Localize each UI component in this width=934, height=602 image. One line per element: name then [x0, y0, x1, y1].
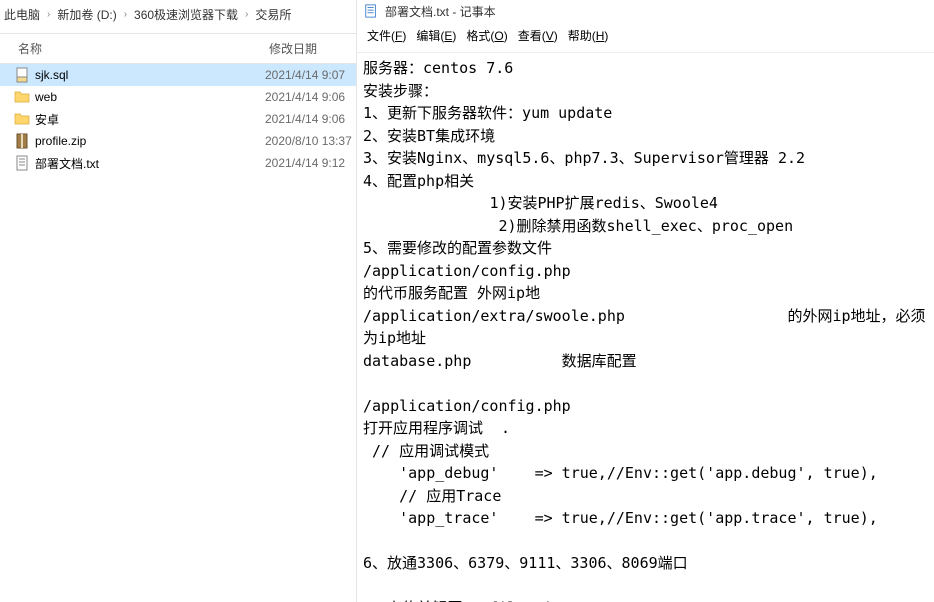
file-name: sjk.sql [32, 68, 265, 82]
file-name: 安卓 [32, 111, 265, 128]
breadcrumb-segment[interactable]: 360极速浏览器下载 [134, 6, 238, 23]
menubar: 文件(F)编辑(E)格式(O)查看(V)帮助(H) [357, 22, 934, 53]
file-name: web [32, 90, 265, 104]
file-date: 2021/4/14 9:06 [265, 90, 356, 104]
menu-h[interactable]: 帮助(H) [564, 25, 613, 46]
breadcrumb-segment[interactable]: 新加卷 (D:) [57, 6, 116, 23]
file-explorer-panel: 此电脑 › 新加卷 (D:) › 360极速浏览器下载 › 交易所 名称 修改日… [0, 0, 357, 602]
file-row[interactable]: 部署文档.txt2021/4/14 9:12 [0, 152, 356, 174]
folder-icon [14, 89, 32, 105]
file-list: sjk.sql2021/4/14 9:07web2021/4/14 9:06安卓… [0, 64, 356, 602]
file-date: 2021/4/14 9:07 [265, 68, 356, 82]
chevron-right-icon: › [245, 9, 248, 20]
file-zip-icon [14, 133, 32, 149]
titlebar: 部署文档.txt - 记事本 [357, 0, 934, 22]
breadcrumb-segment[interactable]: 此电脑 [4, 6, 40, 23]
breadcrumb[interactable]: 此电脑 › 新加卷 (D:) › 360极速浏览器下载 › 交易所 [0, 0, 356, 34]
file-row[interactable]: sjk.sql2021/4/14 9:07 [0, 64, 356, 86]
file-row[interactable]: web2021/4/14 9:06 [0, 86, 356, 108]
menu-o[interactable]: 格式(O) [462, 25, 511, 46]
menu-v[interactable]: 查看(V) [514, 25, 562, 46]
chevron-right-icon: › [47, 9, 50, 20]
file-name: 部署文档.txt [32, 155, 265, 172]
file-name: profile.zip [32, 134, 265, 148]
file-date: 2021/4/14 9:06 [265, 112, 356, 126]
file-date: 2021/4/14 9:12 [265, 156, 356, 170]
folder-icon [14, 111, 32, 127]
file-sql-icon [14, 67, 32, 83]
text-content[interactable]: 服务器：centos 7.6 安装步骤： 1、更新下服务器软件：yum upda… [357, 53, 934, 602]
file-row[interactable]: 安卓2021/4/14 9:06 [0, 108, 356, 130]
window-title: 部署文档.txt - 记事本 [385, 3, 496, 20]
file-row[interactable]: profile.zip2020/8/10 13:37 [0, 130, 356, 152]
breadcrumb-segment[interactable]: 交易所 [255, 6, 291, 23]
file-txt-icon [14, 155, 32, 171]
list-header: 名称 修改日期 [0, 34, 356, 64]
column-header-date[interactable]: 修改日期 [265, 40, 356, 57]
file-date: 2020/8/10 13:37 [265, 134, 356, 148]
notepad-window: 部署文档.txt - 记事本 文件(F)编辑(E)格式(O)查看(V)帮助(H)… [357, 0, 934, 602]
notepad-icon [363, 3, 379, 19]
menu-f[interactable]: 文件(F) [363, 25, 410, 46]
column-header-name[interactable]: 名称 [0, 40, 265, 57]
chevron-right-icon: › [124, 9, 127, 20]
menu-e[interactable]: 编辑(E) [412, 25, 460, 46]
